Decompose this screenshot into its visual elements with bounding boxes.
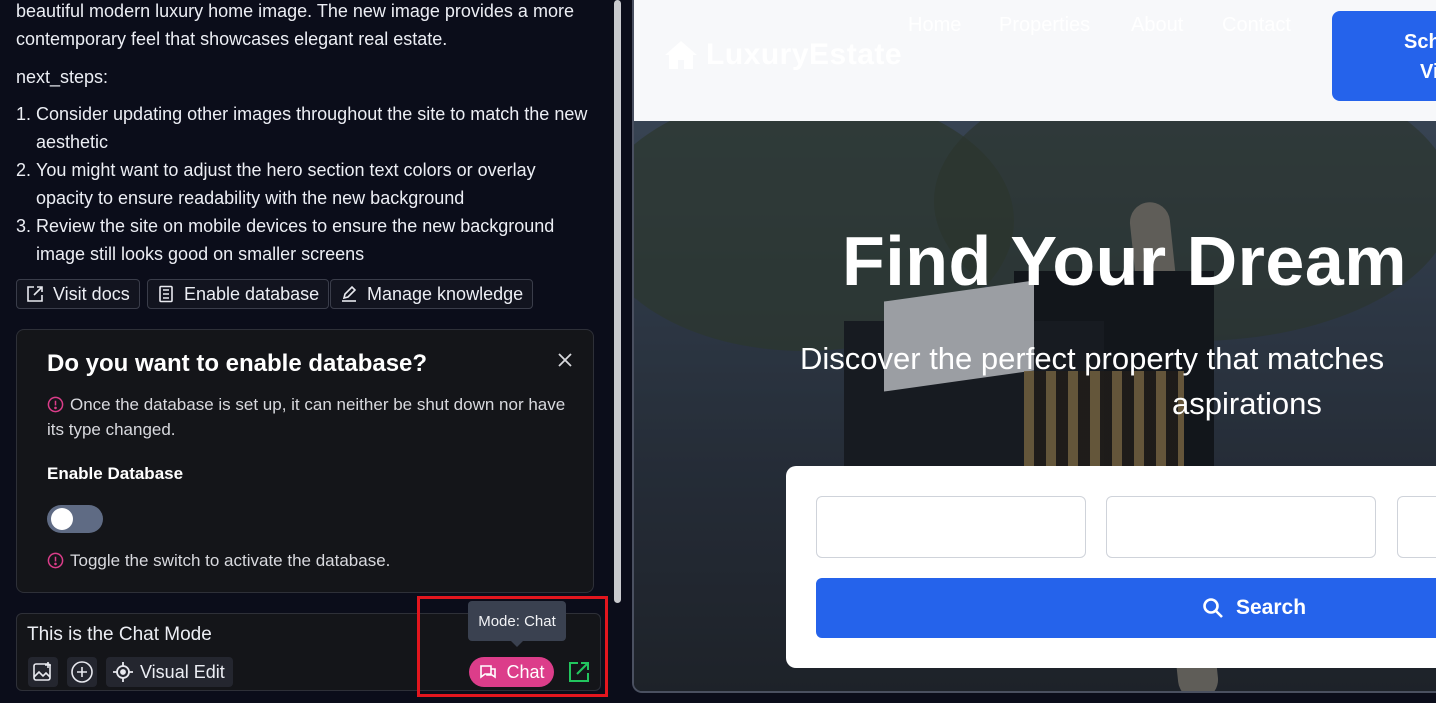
chat-bubble-icon — [480, 665, 497, 679]
site-logo[interactable]: LuxuryEstate — [664, 38, 902, 72]
external-link-icon — [27, 286, 43, 302]
dialog-hint-text: Toggle the switch to activate the databa… — [70, 551, 391, 570]
list-number: 1. — [16, 104, 32, 124]
price-input[interactable] — [1397, 496, 1436, 558]
next-steps-label: next_steps: — [16, 67, 109, 87]
add-button[interactable] — [67, 657, 97, 687]
image-upload-icon — [33, 662, 51, 681]
enable-database-button[interactable]: Enable database — [147, 279, 330, 309]
list-item-text: Consider updating other images throughou… — [36, 104, 588, 152]
toggle-knob — [51, 508, 73, 530]
search-button[interactable]: Search — [816, 578, 1436, 638]
enable-database-dialog: Do you want to enable database? Once the… — [16, 329, 594, 593]
manage-knowledge-label: Manage knowledge — [367, 283, 524, 304]
home-icon — [665, 41, 697, 69]
database-icon — [159, 285, 173, 303]
schedule-visit-button[interactable]: Sch Vi — [1332, 11, 1436, 101]
mode-tooltip: Mode: Chat — [468, 601, 566, 641]
visual-edit-button[interactable]: Visual Edit — [106, 657, 233, 687]
composer-text[interactable]: This is the Chat Mode — [27, 624, 212, 646]
plus-circle-icon — [71, 661, 93, 683]
assistant-message-text: beautiful modern luxury home image. The … — [16, 1, 574, 49]
list-number: 2. — [16, 160, 32, 180]
visit-docs-button[interactable]: Visit docs — [16, 279, 140, 309]
search-label: Search — [1236, 596, 1307, 619]
chat-mode-label: Chat — [506, 661, 545, 682]
logo-text: LuxuryEstate — [706, 38, 903, 71]
visit-docs-label: Visit docs — [53, 283, 130, 304]
nav-home[interactable]: Home — [908, 14, 961, 37]
location-input[interactable] — [816, 496, 1086, 558]
chat-mode-button[interactable]: Chat — [469, 657, 554, 687]
hero-subtitle: aspirations — [1172, 386, 1322, 421]
enable-database-toggle[interactable] — [47, 505, 103, 533]
dialog-warning-text: Once the database is set up, it can neit… — [47, 395, 566, 439]
enable-database-label: Enable database — [184, 283, 320, 304]
hero-subtitle: Discover the perfect property that match… — [800, 341, 1385, 376]
site-preview: Find Your Dream Discover the perfect pro… — [632, 0, 1436, 693]
pencil-icon — [342, 285, 357, 302]
upload-image-button[interactable] — [28, 657, 58, 687]
dialog-warning: Once the database is set up, it can neit… — [47, 392, 567, 442]
manage-knowledge-button[interactable]: Manage knowledge — [330, 279, 534, 309]
site-header: LuxuryEstate Home Properties About Conta… — [634, 0, 1436, 121]
search-icon — [1203, 598, 1223, 618]
alert-circle-icon — [47, 552, 64, 569]
enable-database-label: Enable Database — [47, 464, 184, 483]
cta-line: Vi — [1420, 61, 1436, 83]
close-icon[interactable] — [555, 350, 575, 370]
crosshair-icon — [113, 662, 133, 682]
cta-line: Sch — [1404, 31, 1436, 53]
list-item-text: Review the site on mobile devices to ens… — [36, 216, 555, 264]
preview-panel: Find Your Dream Discover the perfect pro… — [630, 0, 1436, 703]
visual-edit-label: Visual Edit — [140, 661, 225, 682]
nav-contact[interactable]: Contact — [1222, 14, 1291, 37]
list-item-text: You might want to adjust the hero sectio… — [36, 160, 536, 208]
tooltip-arrow — [510, 640, 524, 647]
chat-panel: beautiful modern luxury home image. The … — [0, 0, 622, 703]
list-number: 3. — [16, 216, 32, 236]
dialog-title: Do you want to enable database? — [47, 350, 428, 377]
type-input[interactable] — [1106, 496, 1376, 558]
hero-title: Find Your Dream — [842, 222, 1408, 300]
open-external-icon[interactable] — [567, 660, 591, 684]
alert-circle-icon — [47, 396, 64, 413]
hero-section: Find Your Dream Discover the perfect pro… — [634, 121, 1436, 691]
dialog-hint: Toggle the switch to activate the databa… — [47, 548, 567, 573]
scrollbar-thumb[interactable] — [614, 0, 621, 603]
nav-properties[interactable]: Properties — [999, 14, 1090, 37]
nav-about[interactable]: About — [1131, 14, 1183, 37]
search-card: Search — [786, 466, 1436, 668]
